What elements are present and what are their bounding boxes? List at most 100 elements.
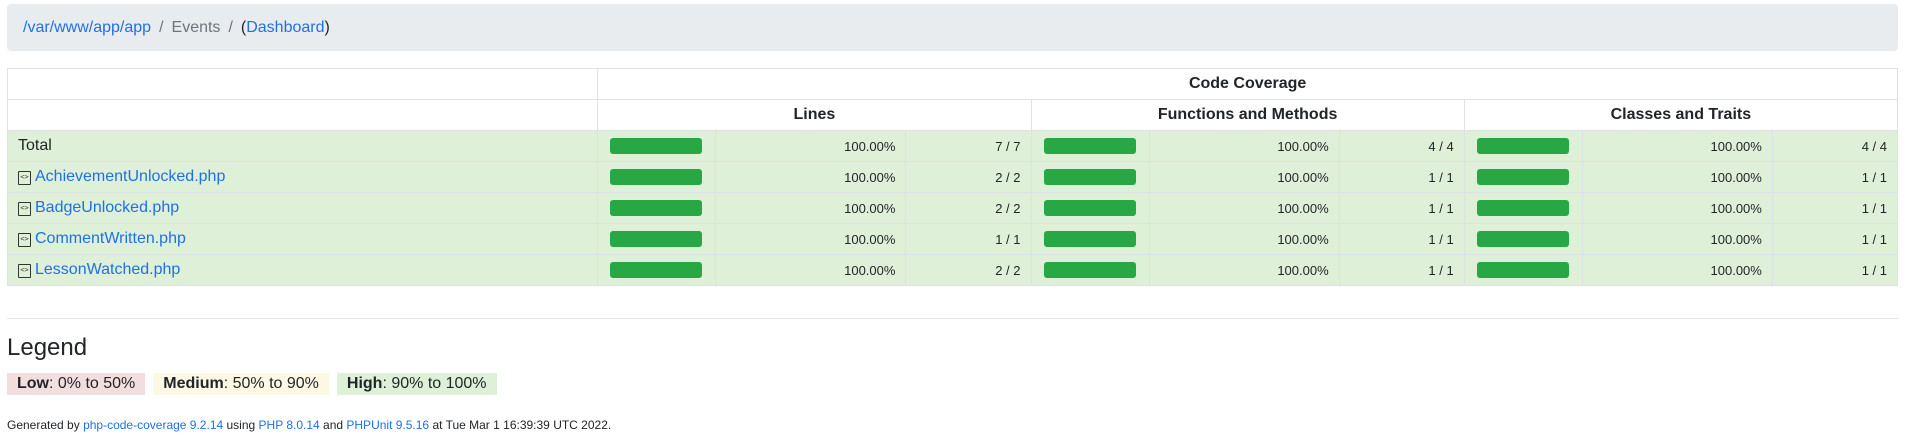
row-name: <> LessonWatched.php — [6, 254, 599, 286]
lines-progress-fill — [610, 169, 703, 185]
code-file-icon: <> — [18, 171, 31, 185]
lines-percent: 100.00% — [715, 161, 907, 193]
class-bar-cell — [1463, 130, 1583, 162]
class-fraction: 1 / 1 — [1771, 223, 1899, 255]
breadcrumb-current: Events — [171, 18, 221, 36]
footer-using: using — [223, 418, 259, 432]
func-progress-fill — [1043, 169, 1136, 185]
code-file-icon: <> — [18, 264, 31, 278]
lines-progress-fill — [610, 262, 703, 278]
class-progress — [1476, 262, 1569, 278]
func-fraction: 1 / 1 — [1338, 161, 1465, 193]
class-progress-fill — [1476, 231, 1569, 247]
lines-progress-fill — [610, 231, 703, 247]
func-progress — [1043, 138, 1136, 154]
divider — [7, 318, 1898, 319]
func-fraction: 1 / 1 — [1338, 192, 1465, 224]
breadcrumb-separator: / — [228, 18, 233, 36]
func-progress — [1043, 169, 1136, 185]
func-percent: 100.00% — [1148, 192, 1340, 224]
class-progress-fill — [1476, 138, 1569, 154]
legend-low-label: Low — [17, 375, 49, 392]
legend-medium: Medium: 50% to 90% — [153, 373, 329, 395]
lines-fraction: 2 / 2 — [905, 161, 1032, 193]
file-row: <> AchievementUnlocked.php 100.00% 2 / 2 … — [6, 161, 1899, 193]
class-progress — [1476, 138, 1569, 154]
lines-progress-fill — [610, 138, 703, 154]
row-name: <> AchievementUnlocked.php — [6, 161, 599, 193]
lines-progress — [610, 169, 703, 185]
class-progress — [1476, 200, 1569, 216]
legend-medium-label: Medium — [163, 375, 224, 392]
lines-bar-cell — [597, 161, 717, 193]
lines-percent: 100.00% — [715, 130, 907, 162]
file-link[interactable]: LessonWatched.php — [35, 261, 180, 278]
footer-php-link[interactable]: PHP 8.0.14 — [259, 418, 320, 432]
class-progress-fill — [1476, 169, 1569, 185]
func-bar-cell — [1030, 223, 1150, 255]
row-name: Total — [6, 130, 599, 162]
class-bar-cell — [1463, 223, 1583, 255]
func-bar-cell — [1030, 130, 1150, 162]
func-bar-cell — [1030, 161, 1150, 193]
footer-at: at Tue Mar 1 16:39:39 UTC 2022. — [429, 418, 612, 432]
footer-phpunit-link[interactable]: PHPUnit 9.5.16 — [346, 418, 429, 432]
class-bar-cell — [1463, 192, 1583, 224]
func-progress-fill — [1043, 262, 1136, 278]
class-progress-fill — [1476, 262, 1569, 278]
lines-progress — [610, 231, 703, 247]
footer-tool-link[interactable]: php-code-coverage 9.2.14 — [83, 418, 223, 432]
breadcrumb-separator: / — [159, 18, 164, 36]
lines-bar-cell — [597, 223, 717, 255]
class-fraction: 1 / 1 — [1771, 254, 1899, 286]
lines-bar-cell — [597, 192, 717, 224]
func-percent: 100.00% — [1148, 130, 1340, 162]
breadcrumb-path-link[interactable]: /var/www/app/app — [23, 19, 151, 37]
lines-progress-fill — [610, 200, 703, 216]
file-link[interactable]: BadgeUnlocked.php — [35, 199, 179, 216]
class-progress — [1476, 231, 1569, 247]
file-row: <> LessonWatched.php 100.00% 2 / 2 100.00… — [6, 254, 1899, 286]
class-percent: 100.00% — [1581, 161, 1773, 193]
legend-high-range: : 90% to 100% — [382, 375, 487, 392]
func-progress-fill — [1043, 200, 1136, 216]
lines-bar-cell — [597, 130, 717, 162]
breadcrumb-paren-close: ) — [324, 18, 330, 36]
file-link[interactable]: CommentWritten.php — [35, 230, 186, 247]
file-link[interactable]: AchievementUnlocked.php — [35, 168, 225, 185]
legend: Low: 0% to 50% Medium: 50% to 90% High: … — [7, 373, 497, 395]
class-percent: 100.00% — [1581, 254, 1773, 286]
breadcrumb: /var/www/app/app / Events / (Dashboard) — [7, 4, 1898, 51]
func-percent: 100.00% — [1148, 254, 1340, 286]
func-progress-fill — [1043, 231, 1136, 247]
lines-progress — [610, 262, 703, 278]
header-functions: Functions and Methods — [1030, 99, 1465, 131]
header-empty — [6, 99, 599, 131]
func-bar-cell — [1030, 192, 1150, 224]
lines-fraction: 1 / 1 — [905, 223, 1032, 255]
lines-progress — [610, 200, 703, 216]
coverage-report-page: /var/www/app/app / Events / (Dashboard) … — [0, 0, 1906, 439]
legend-low: Low: 0% to 50% — [7, 373, 146, 395]
lines-percent: 100.00% — [715, 254, 907, 286]
func-percent: 100.00% — [1148, 223, 1340, 255]
func-progress — [1043, 262, 1136, 278]
func-bar-cell — [1030, 254, 1150, 286]
class-progress — [1476, 169, 1569, 185]
legend-title: Legend — [7, 334, 88, 361]
lines-fraction: 2 / 2 — [905, 192, 1032, 224]
row-name-text: Total — [18, 137, 52, 154]
file-row: <> CommentWritten.php 100.00% 1 / 1 100.0… — [6, 223, 1899, 255]
footer-and: and — [319, 418, 347, 432]
breadcrumb-dashboard-link[interactable]: Dashboard — [246, 19, 324, 37]
legend-low-range: : 0% to 50% — [49, 375, 136, 392]
coverage-table: Code Coverage Lines Functions and Method… — [6, 68, 1899, 286]
class-percent: 100.00% — [1581, 130, 1773, 162]
class-percent: 100.00% — [1581, 223, 1773, 255]
legend-high: High: 90% to 100% — [336, 373, 497, 395]
class-fraction: 1 / 1 — [1771, 161, 1899, 193]
legend-medium-range: : 50% to 90% — [223, 375, 319, 392]
lines-percent: 100.00% — [715, 223, 907, 255]
func-fraction: 1 / 1 — [1338, 223, 1465, 255]
func-progress — [1043, 200, 1136, 216]
